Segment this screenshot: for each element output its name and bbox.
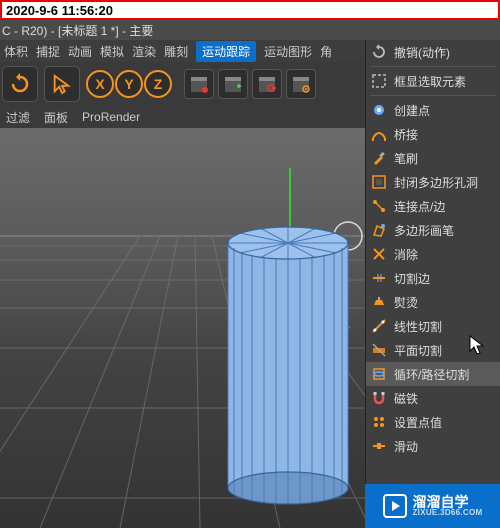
menu-volume[interactable]: 体积 bbox=[4, 43, 28, 60]
viewport-3d[interactable] bbox=[0, 128, 365, 528]
menu-tracker[interactable]: 运动跟踪 bbox=[196, 41, 256, 62]
set-val-icon bbox=[370, 413, 388, 431]
watermark-brand: 溜溜自学 bbox=[413, 495, 483, 509]
vp-menu-prorender[interactable]: ProRender bbox=[82, 110, 140, 124]
vp-menu-filter[interactable]: 过滤 bbox=[6, 109, 30, 126]
poly-pen-icon bbox=[370, 221, 388, 239]
menu-mograph[interactable]: 运动图形 bbox=[264, 43, 312, 60]
ctx-label: 多边形画笔 bbox=[394, 222, 454, 239]
slide-icon bbox=[370, 437, 388, 455]
ctx-item-create[interactable]: 创建点 bbox=[366, 98, 500, 122]
ctx-label: 线性切割 bbox=[394, 318, 442, 335]
axis-toggle-group: X Y Z bbox=[86, 70, 172, 98]
create-icon bbox=[370, 101, 388, 119]
ctx-item-slide[interactable]: 滑动 bbox=[366, 434, 500, 458]
timestamp-overlay: 2020-9-6 11:56:20 bbox=[0, 0, 500, 20]
vp-menu-panel[interactable]: 面板 bbox=[44, 109, 68, 126]
ctx-label: 磁铁 bbox=[394, 390, 418, 407]
watermark-url: ZIXUE.3D66.COM bbox=[413, 509, 483, 517]
viewport-menubar: 过滤 面板 ProRender bbox=[0, 106, 365, 128]
axis-z-button[interactable]: Z bbox=[144, 70, 172, 98]
dissolve-icon bbox=[370, 245, 388, 263]
select-tool-button[interactable] bbox=[44, 66, 80, 102]
ctx-label: 循环/路径切割 bbox=[394, 366, 469, 383]
ctx-label: 撤销(动作) bbox=[394, 44, 450, 61]
ctx-item-bridge[interactable]: 桥接 bbox=[366, 122, 500, 146]
timestamp-text: 2020-9-6 11:56:20 bbox=[6, 3, 113, 18]
main-toolbar: X Y Z bbox=[0, 62, 365, 106]
take-buttons bbox=[184, 69, 316, 99]
mouse-cursor bbox=[469, 335, 485, 357]
ctx-label: 滑动 bbox=[394, 438, 418, 455]
ctx-item-iron[interactable]: 熨烫 bbox=[366, 290, 500, 314]
ctx-label: 熨烫 bbox=[394, 294, 418, 311]
ctx-item-frame[interactable]: 框显选取元素 bbox=[366, 69, 500, 93]
ctx-item-magnet[interactable]: 磁铁 bbox=[366, 386, 500, 410]
close-hole-icon bbox=[370, 173, 388, 191]
ctx-item-brush[interactable]: 笔刷 bbox=[366, 146, 500, 170]
ctx-item-poly-pen[interactable]: 多边形画笔 bbox=[366, 218, 500, 242]
clapboard-red-icon bbox=[189, 74, 209, 94]
menu-simulate[interactable]: 模拟 bbox=[100, 43, 124, 60]
ctx-label: 桥接 bbox=[394, 126, 418, 143]
window-title: C - R20) - [未标题 1 *] - 主要 bbox=[2, 22, 153, 39]
ctx-separator bbox=[370, 66, 496, 67]
window-titlebar: C - R20) - [未标题 1 *] - 主要 bbox=[0, 20, 500, 40]
watermark-text: 溜溜自学 ZIXUE.3D66.COM bbox=[413, 495, 483, 517]
iron-icon bbox=[370, 293, 388, 311]
clapboard-gear-icon bbox=[291, 74, 311, 94]
line-cut-icon bbox=[370, 317, 388, 335]
undo-button[interactable] bbox=[2, 66, 38, 102]
cylinder-object bbox=[228, 227, 348, 504]
axis-y-button[interactable]: Y bbox=[115, 70, 143, 98]
axis-x-button[interactable]: X bbox=[86, 70, 114, 98]
menu-snap[interactable]: 捕捉 bbox=[36, 43, 60, 60]
ctx-label: 框显选取元素 bbox=[394, 73, 466, 90]
menu-more[interactable]: 角 bbox=[320, 43, 332, 60]
brush-icon bbox=[370, 149, 388, 167]
undo-icon bbox=[370, 43, 388, 61]
cursor-icon bbox=[51, 73, 73, 95]
ctx-item-cut-edge[interactable]: 切割边 bbox=[366, 266, 500, 290]
ctx-item-undo[interactable]: 撤销(动作) bbox=[366, 40, 500, 64]
context-menu: 撤销(动作) 框显选取元素创建点桥接笔刷封闭多边形孔洞连接点/边多边形画笔消除切割… bbox=[365, 40, 500, 528]
take-settings-button[interactable] bbox=[286, 69, 316, 99]
loop-cut-icon bbox=[370, 365, 388, 383]
ctx-label: 设置点值 bbox=[394, 414, 442, 431]
take-record-button[interactable] bbox=[184, 69, 214, 99]
magnet-icon bbox=[370, 389, 388, 407]
menu-sculpt[interactable]: 雕刻 bbox=[164, 43, 188, 60]
ctx-item-connect[interactable]: 连接点/边 bbox=[366, 194, 500, 218]
take-key-button[interactable] bbox=[252, 69, 282, 99]
clapboard-plus-icon bbox=[223, 74, 243, 94]
ctx-item-set-val[interactable]: 设置点值 bbox=[366, 410, 500, 434]
ctx-label: 连接点/边 bbox=[394, 198, 445, 215]
plane-cut-icon bbox=[370, 341, 388, 359]
undo-icon bbox=[8, 72, 32, 96]
bridge-icon bbox=[370, 125, 388, 143]
ctx-label: 平面切割 bbox=[394, 342, 442, 359]
watermark-badge: 溜溜自学 ZIXUE.3D66.COM bbox=[365, 484, 500, 528]
take-add-button[interactable] bbox=[218, 69, 248, 99]
ctx-item-dissolve[interactable]: 消除 bbox=[366, 242, 500, 266]
menubar: 体积 捕捉 动画 模拟 渲染 雕刻 运动跟踪 运动图形 角 bbox=[0, 40, 365, 62]
menu-animation[interactable]: 动画 bbox=[68, 43, 92, 60]
connect-icon bbox=[370, 197, 388, 215]
viewport-scene bbox=[0, 128, 365, 528]
play-icon bbox=[383, 494, 407, 518]
ctx-separator bbox=[370, 95, 496, 96]
ctx-label: 创建点 bbox=[394, 102, 430, 119]
ctx-label: 切割边 bbox=[394, 270, 430, 287]
ctx-item-close-hole[interactable]: 封闭多边形孔洞 bbox=[366, 170, 500, 194]
menu-render[interactable]: 渲染 bbox=[132, 43, 156, 60]
clapboard-key-icon bbox=[257, 74, 277, 94]
ctx-label: 消除 bbox=[394, 246, 418, 263]
frame-icon bbox=[370, 72, 388, 90]
ctx-label: 笔刷 bbox=[394, 150, 418, 167]
cut-edge-icon bbox=[370, 269, 388, 287]
ctx-item-loop-cut[interactable]: 循环/路径切割 bbox=[366, 362, 500, 386]
ctx-label: 封闭多边形孔洞 bbox=[394, 174, 478, 191]
